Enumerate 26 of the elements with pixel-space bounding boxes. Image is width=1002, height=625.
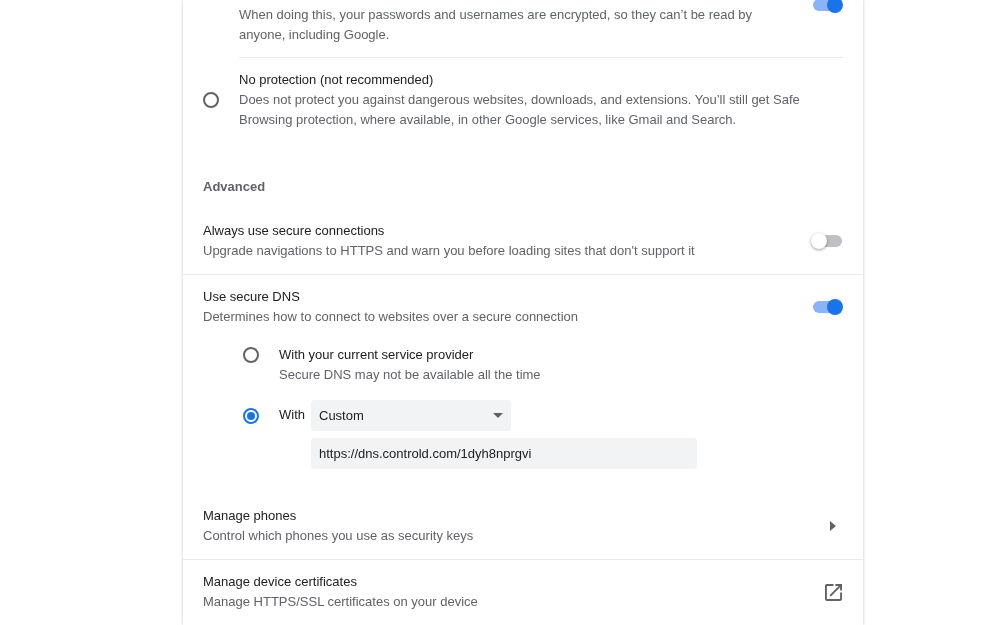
caret-right-icon[interactable] (830, 521, 836, 531)
setting-title: Always use secure connections (203, 222, 386, 240)
caret-down-icon (493, 413, 503, 418)
option-label: With your current service provider (279, 346, 475, 364)
setting-description: Control which phones you use as security keys (203, 527, 475, 545)
section-heading: Advanced (203, 179, 266, 194)
radio-button[interactable] (203, 92, 219, 108)
option-title: No protection (not recommended) (239, 71, 435, 89)
external-link-icon[interactable] (825, 583, 842, 601)
setting-description: Upgrade navigations to HTTPS and warn you before loading sites that don't support it (203, 242, 696, 260)
radio-button[interactable] (243, 347, 259, 363)
dns-url-field[interactable]: https://dns.controld.com/1dyh8nprgvi (311, 438, 697, 469)
toggle-switch[interactable] (811, 0, 843, 13)
setting-title: Manage phones (203, 507, 298, 525)
option-description: Does not protect you against dangerous websites, downloads, and extensions. You’ll still get Safe Browsing protection, where available, in other Google services, like Gmail and Search. (239, 91, 801, 129)
toggle-switch[interactable] (811, 299, 843, 315)
toggle-switch[interactable] (811, 233, 843, 249)
option-description: Secure DNS may not be available all the time (279, 366, 541, 384)
setting-title: Use secure DNS (203, 288, 301, 306)
setting-title: Manage device certificates (203, 573, 358, 591)
provider-dropdown[interactable]: Custom (311, 400, 511, 431)
option-label: With (279, 406, 305, 424)
setting-description: Determines how to connect to websites over a secure connection (203, 308, 580, 326)
setting-description: When doing this, your passwords and usernames are encrypted, so they can’t be read by anyone, including Google. (239, 6, 754, 44)
setting-description: Manage HTTPS/SSL certificates on your device (203, 593, 479, 611)
radio-button[interactable] (243, 408, 259, 424)
